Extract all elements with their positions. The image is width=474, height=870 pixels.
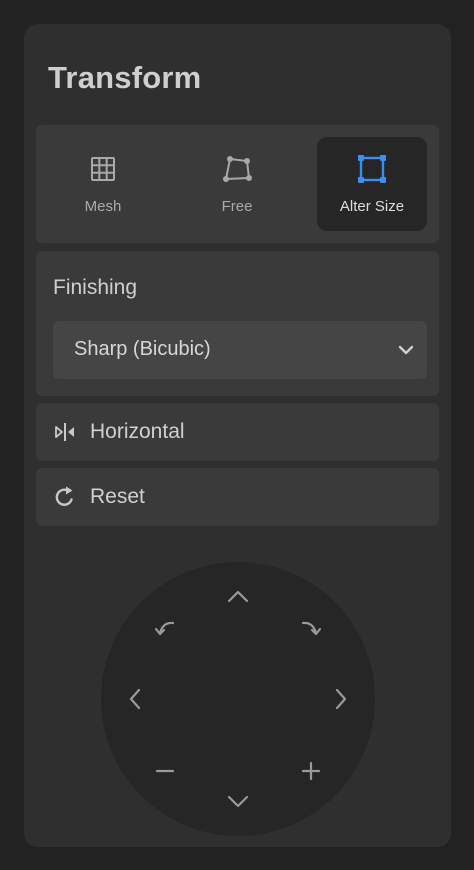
rotate-right-icon [301, 621, 322, 636]
transform-mode-selector: Mesh Free Alter Size [36, 125, 439, 243]
mode-mesh-button[interactable]: Mesh [48, 137, 158, 231]
zoom-out-button[interactable] [148, 754, 182, 788]
plus-icon [301, 761, 321, 781]
chevron-down-icon [227, 795, 249, 808]
chevron-up-icon [227, 590, 249, 603]
minus-icon [155, 769, 175, 773]
rotate-left-button[interactable] [148, 611, 182, 645]
nudge-up-button[interactable] [221, 580, 255, 614]
nudge-right-button[interactable] [324, 682, 358, 716]
mode-mesh-label: Mesh [84, 198, 122, 215]
flip-horizontal-icon [55, 423, 74, 441]
finishing-selected-value: Sharp (Bicubic) [74, 338, 211, 360]
mode-alter-size-button[interactable]: Alter Size [317, 137, 427, 231]
nudge-left-button[interactable] [118, 682, 152, 716]
rotate-left-icon [154, 621, 175, 636]
nudge-down-button[interactable] [221, 784, 255, 818]
free-transform-icon [223, 156, 252, 182]
mode-alter-size-label: Alter Size [339, 198, 405, 215]
transform-panel: Transform Mesh Free Alter Size Finishing… [24, 24, 451, 847]
finishing-dropdown[interactable]: Sharp (Bicubic) [53, 321, 427, 379]
mode-free-button[interactable]: Free [182, 137, 292, 231]
mesh-grid-icon [91, 157, 115, 181]
nudge-dpad [101, 562, 375, 836]
finishing-section: Finishing Sharp (Bicubic) [36, 251, 439, 396]
panel-title: Transform [48, 60, 202, 95]
chevron-down-icon [398, 345, 414, 355]
flip-horizontal-label: Horizontal [90, 420, 185, 443]
chevron-left-icon [129, 688, 141, 710]
reset-label: Reset [90, 485, 145, 508]
alter-size-icon [358, 155, 386, 183]
rotate-right-button[interactable] [294, 611, 328, 645]
reset-icon [55, 486, 73, 506]
finishing-label: Finishing [53, 276, 138, 299]
flip-horizontal-button[interactable]: Horizontal [36, 403, 439, 461]
zoom-in-button[interactable] [294, 754, 328, 788]
mode-free-label: Free [221, 198, 253, 215]
reset-button[interactable]: Reset [36, 468, 439, 526]
chevron-right-icon [335, 688, 347, 710]
